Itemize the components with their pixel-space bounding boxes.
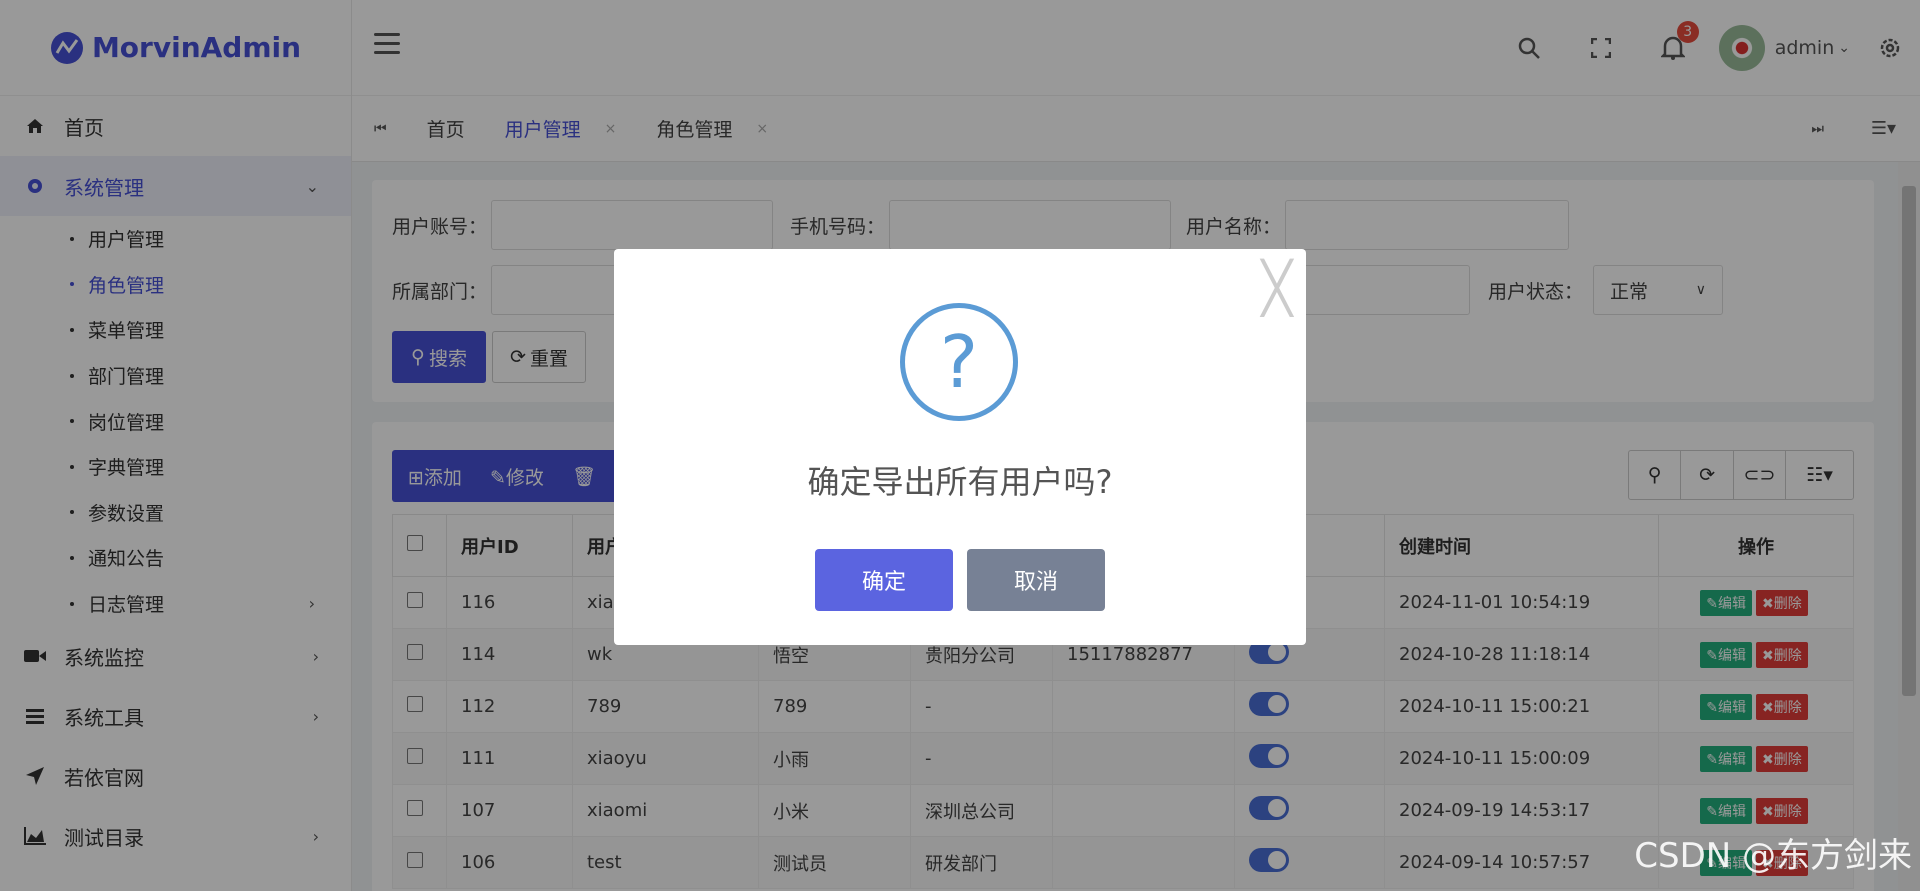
cancel-button[interactable]: 取消 — [967, 549, 1105, 611]
confirm-dialog: ╳ ? 确定导出所有用户吗? 确定 取消 — [614, 249, 1306, 645]
question-icon: ? — [900, 303, 1018, 421]
confirm-button[interactable]: 确定 — [815, 549, 953, 611]
close-icon[interactable]: ╳ — [1262, 263, 1292, 313]
dialog-title: 确定导出所有用户吗? — [807, 463, 1113, 501]
watermark: CSDN @东方剑来 — [1634, 836, 1912, 876]
